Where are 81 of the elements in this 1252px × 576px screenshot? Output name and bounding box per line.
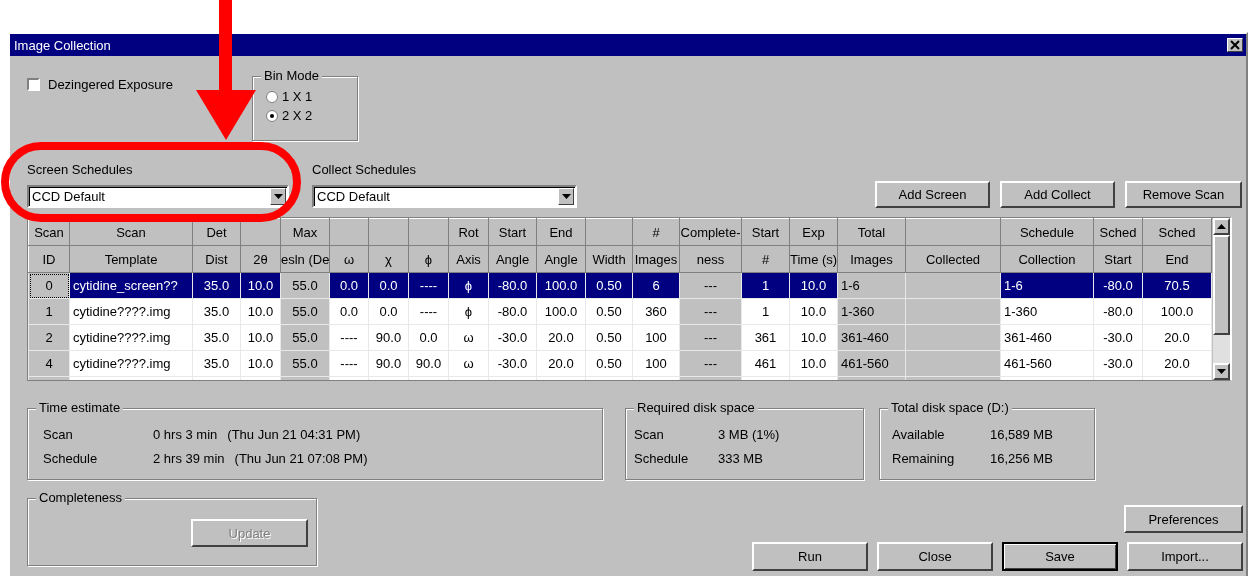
radio-label: 1 X 1 <box>282 89 313 104</box>
table-cell: 1-360 <box>837 298 906 325</box>
column-header[interactable]: Images <box>837 245 906 273</box>
column-header[interactable]: Template <box>69 245 193 273</box>
info-value: 333 MB <box>718 450 763 466</box>
dropdown-field[interactable]: CCD Default <box>27 185 289 208</box>
group-title: Completeness <box>36 490 126 505</box>
scan-button[interactable]: Add Screen <box>875 181 990 208</box>
table-cell: 1-6 <box>837 272 906 299</box>
table-cell: 0 <box>28 272 70 299</box>
table-cell: cytidine????.img <box>69 324 193 351</box>
table-cell: cytidine_screen?? <box>69 272 193 299</box>
group-title: Bin Mode <box>261 68 322 83</box>
info-note: (Thu Jun 21 07:08 PM) <box>234 450 368 466</box>
action-button[interactable]: Save <box>1002 542 1118 571</box>
info-label: Schedule <box>634 450 690 466</box>
column-header[interactable]: Exp <box>789 218 838 246</box>
info-note: (Thu Jun 21 04:31 PM) <box>227 426 361 442</box>
column-header[interactable]: Complete- <box>679 218 742 246</box>
table-cell: 1 <box>28 298 70 325</box>
group-title: Time estimate <box>36 400 124 415</box>
scan-button[interactable]: Add Collect <box>1000 181 1115 208</box>
column-header[interactable]: Start <box>741 218 790 246</box>
action-button[interactable]: Run <box>752 542 868 571</box>
scroll-down-icon[interactable] <box>1213 363 1230 380</box>
info-value: 16,256 MB <box>990 450 1053 466</box>
info-label: Available <box>892 426 946 442</box>
field-label: Screen Schedules <box>27 162 134 177</box>
radio-button[interactable] <box>266 109 278 122</box>
column-header[interactable]: Sched <box>1142 218 1212 246</box>
table-cell: 361-460 <box>1000 324 1094 351</box>
table-cell: 361-460 <box>837 324 906 351</box>
info-label: Remaining <box>892 450 956 466</box>
window-title: Image Collection <box>14 37 111 53</box>
column-header[interactable]: Collection <box>1000 245 1094 273</box>
info-label: Scan <box>634 426 665 442</box>
checkbox[interactable] <box>27 78 40 91</box>
table-cell: 4 <box>28 350 70 377</box>
table-cell: 70.5 <box>1142 272 1212 299</box>
radio-label: 2 X 2 <box>282 108 313 123</box>
scrollbar[interactable] <box>1213 218 1230 380</box>
column-header[interactable]: Max <box>280 218 330 246</box>
column-header[interactable]: # <box>632 218 680 246</box>
preferences-button[interactable]: Preferences <box>1124 505 1243 533</box>
column-header[interactable]: Start <box>488 218 537 246</box>
table-cell: 20.0 <box>1142 350 1212 377</box>
table-cell: 1-6 <box>1000 272 1094 299</box>
column-header[interactable]: Sched <box>1093 218 1143 246</box>
dropdown-field[interactable]: CCD Default <box>312 185 577 208</box>
info-label: Scan <box>43 426 74 442</box>
table-cell: cytidine????.img <box>69 298 193 325</box>
info-value: 3 MB (1%) <box>718 426 780 442</box>
table-cell: 461-560 <box>837 350 906 377</box>
table-cell: 2 <box>28 324 70 351</box>
action-button[interactable]: Import... <box>1127 542 1243 571</box>
table-cell: 461-560 <box>1000 350 1094 377</box>
info-value: 0 hrs 3 min <box>153 426 218 442</box>
column-header[interactable]: Collected <box>905 245 1001 273</box>
info-label: Schedule <box>43 450 99 466</box>
table-cell: 1-360 <box>1000 298 1094 325</box>
table-cell: 20.0 <box>1142 324 1212 351</box>
close-icon[interactable] <box>1227 38 1243 52</box>
action-button[interactable]: Close <box>877 542 993 571</box>
group-title: Required disk space <box>634 400 758 415</box>
scroll-thumb[interactable] <box>1213 235 1230 335</box>
checkbox-label: Dezingered Exposure <box>48 77 174 92</box>
info-value: 2 hrs 39 min <box>153 450 225 466</box>
column-header[interactable]: End <box>536 218 586 246</box>
column-header[interactable]: Schedule <box>1000 218 1094 246</box>
scroll-up-icon[interactable] <box>1213 218 1230 235</box>
column-header[interactable]: ID <box>28 245 70 273</box>
field-label: Collect Schedules <box>312 162 418 177</box>
column-header[interactable]: Total <box>837 218 906 246</box>
info-value: 16,589 MB <box>990 426 1053 442</box>
group-title: Total disk space (D:) <box>888 400 1012 415</box>
scan-button[interactable]: Remove Scan <box>1125 181 1242 208</box>
column-header[interactable]: Rot <box>448 218 489 246</box>
table-cell: 100.0 <box>1142 298 1212 325</box>
column-header[interactable]: End <box>1142 245 1212 273</box>
table-cell: cytidine????.img <box>69 350 193 377</box>
radio-button[interactable] <box>266 90 278 103</box>
